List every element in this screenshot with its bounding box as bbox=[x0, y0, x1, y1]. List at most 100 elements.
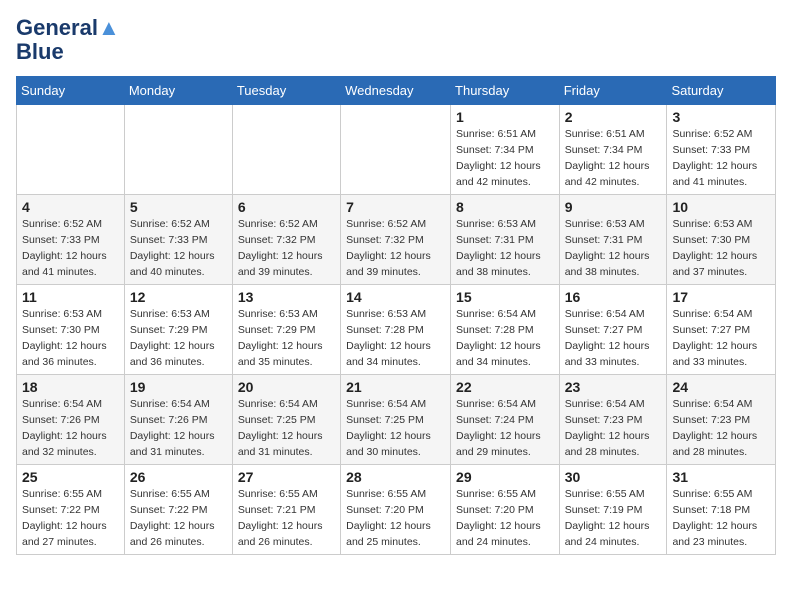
day-sunrise: Sunrise: 6:54 AM bbox=[565, 308, 645, 320]
day-number: 18 bbox=[22, 379, 119, 395]
calendar-week-row: 4 Sunrise: 6:52 AM Sunset: 7:33 PM Dayli… bbox=[17, 195, 776, 285]
day-number: 2 bbox=[565, 109, 662, 125]
day-sunset: Sunset: 7:22 PM bbox=[22, 504, 100, 516]
day-number: 4 bbox=[22, 199, 119, 215]
calendar-cell: 19 Sunrise: 6:54 AM Sunset: 7:26 PM Dayl… bbox=[124, 375, 232, 465]
day-number: 21 bbox=[346, 379, 445, 395]
day-number: 7 bbox=[346, 199, 445, 215]
day-daylight: Daylight: 12 hours and 25 minutes. bbox=[346, 520, 431, 548]
day-daylight: Daylight: 12 hours and 42 minutes. bbox=[456, 160, 541, 188]
day-daylight: Daylight: 12 hours and 39 minutes. bbox=[238, 250, 323, 278]
day-daylight: Daylight: 12 hours and 33 minutes. bbox=[565, 340, 650, 368]
calendar-cell: 22 Sunrise: 6:54 AM Sunset: 7:24 PM Dayl… bbox=[451, 375, 560, 465]
day-sunrise: Sunrise: 6:54 AM bbox=[130, 398, 210, 410]
day-number: 15 bbox=[456, 289, 554, 305]
calendar-cell bbox=[232, 105, 340, 195]
calendar-cell: 5 Sunrise: 6:52 AM Sunset: 7:33 PM Dayli… bbox=[124, 195, 232, 285]
day-sunset: Sunset: 7:26 PM bbox=[22, 414, 100, 426]
calendar-cell: 18 Sunrise: 6:54 AM Sunset: 7:26 PM Dayl… bbox=[17, 375, 125, 465]
day-sunrise: Sunrise: 6:54 AM bbox=[456, 398, 536, 410]
weekday-header-sunday: Sunday bbox=[17, 77, 125, 105]
day-number: 13 bbox=[238, 289, 335, 305]
day-daylight: Daylight: 12 hours and 23 minutes. bbox=[672, 520, 757, 548]
day-number: 16 bbox=[565, 289, 662, 305]
day-sunset: Sunset: 7:22 PM bbox=[130, 504, 208, 516]
day-sunrise: Sunrise: 6:53 AM bbox=[456, 218, 536, 230]
day-daylight: Daylight: 12 hours and 37 minutes. bbox=[672, 250, 757, 278]
calendar-cell: 9 Sunrise: 6:53 AM Sunset: 7:31 PM Dayli… bbox=[559, 195, 667, 285]
day-number: 27 bbox=[238, 469, 335, 485]
day-number: 8 bbox=[456, 199, 554, 215]
page-header: General▲Blue bbox=[16, 16, 776, 64]
day-number: 22 bbox=[456, 379, 554, 395]
day-sunset: Sunset: 7:26 PM bbox=[130, 414, 208, 426]
day-sunset: Sunset: 7:30 PM bbox=[22, 324, 100, 336]
day-sunset: Sunset: 7:18 PM bbox=[672, 504, 750, 516]
day-number: 26 bbox=[130, 469, 227, 485]
day-daylight: Daylight: 12 hours and 29 minutes. bbox=[456, 430, 541, 458]
day-number: 11 bbox=[22, 289, 119, 305]
calendar-cell bbox=[341, 105, 451, 195]
calendar-cell: 17 Sunrise: 6:54 AM Sunset: 7:27 PM Dayl… bbox=[667, 285, 776, 375]
day-daylight: Daylight: 12 hours and 38 minutes. bbox=[565, 250, 650, 278]
day-sunset: Sunset: 7:20 PM bbox=[346, 504, 424, 516]
day-sunset: Sunset: 7:33 PM bbox=[672, 144, 750, 156]
day-number: 30 bbox=[565, 469, 662, 485]
day-sunset: Sunset: 7:28 PM bbox=[456, 324, 534, 336]
day-sunset: Sunset: 7:31 PM bbox=[456, 234, 534, 246]
day-sunrise: Sunrise: 6:54 AM bbox=[238, 398, 318, 410]
day-daylight: Daylight: 12 hours and 30 minutes. bbox=[346, 430, 431, 458]
day-sunrise: Sunrise: 6:54 AM bbox=[672, 398, 752, 410]
day-sunrise: Sunrise: 6:55 AM bbox=[22, 488, 102, 500]
day-sunset: Sunset: 7:31 PM bbox=[565, 234, 643, 246]
calendar-week-row: 18 Sunrise: 6:54 AM Sunset: 7:26 PM Dayl… bbox=[17, 375, 776, 465]
day-number: 6 bbox=[238, 199, 335, 215]
calendar-cell: 7 Sunrise: 6:52 AM Sunset: 7:32 PM Dayli… bbox=[341, 195, 451, 285]
day-sunset: Sunset: 7:32 PM bbox=[238, 234, 316, 246]
calendar-cell: 15 Sunrise: 6:54 AM Sunset: 7:28 PM Dayl… bbox=[451, 285, 560, 375]
day-sunrise: Sunrise: 6:53 AM bbox=[565, 218, 645, 230]
day-sunrise: Sunrise: 6:53 AM bbox=[672, 218, 752, 230]
day-sunrise: Sunrise: 6:52 AM bbox=[22, 218, 102, 230]
day-sunrise: Sunrise: 6:54 AM bbox=[22, 398, 102, 410]
day-number: 24 bbox=[672, 379, 770, 395]
weekday-header-wednesday: Wednesday bbox=[341, 77, 451, 105]
weekday-header-saturday: Saturday bbox=[667, 77, 776, 105]
day-sunset: Sunset: 7:25 PM bbox=[346, 414, 424, 426]
calendar-cell: 28 Sunrise: 6:55 AM Sunset: 7:20 PM Dayl… bbox=[341, 465, 451, 555]
day-daylight: Daylight: 12 hours and 35 minutes. bbox=[238, 340, 323, 368]
calendar-cell: 16 Sunrise: 6:54 AM Sunset: 7:27 PM Dayl… bbox=[559, 285, 667, 375]
day-sunset: Sunset: 7:19 PM bbox=[565, 504, 643, 516]
calendar-week-row: 11 Sunrise: 6:53 AM Sunset: 7:30 PM Dayl… bbox=[17, 285, 776, 375]
day-number: 23 bbox=[565, 379, 662, 395]
day-sunrise: Sunrise: 6:52 AM bbox=[238, 218, 318, 230]
calendar-cell: 3 Sunrise: 6:52 AM Sunset: 7:33 PM Dayli… bbox=[667, 105, 776, 195]
weekday-header-thursday: Thursday bbox=[451, 77, 560, 105]
day-sunset: Sunset: 7:24 PM bbox=[456, 414, 534, 426]
calendar-cell: 27 Sunrise: 6:55 AM Sunset: 7:21 PM Dayl… bbox=[232, 465, 340, 555]
calendar-cell: 25 Sunrise: 6:55 AM Sunset: 7:22 PM Dayl… bbox=[17, 465, 125, 555]
calendar-week-row: 25 Sunrise: 6:55 AM Sunset: 7:22 PM Dayl… bbox=[17, 465, 776, 555]
calendar-cell: 2 Sunrise: 6:51 AM Sunset: 7:34 PM Dayli… bbox=[559, 105, 667, 195]
day-daylight: Daylight: 12 hours and 38 minutes. bbox=[456, 250, 541, 278]
day-daylight: Daylight: 12 hours and 32 minutes. bbox=[22, 430, 107, 458]
calendar-cell: 6 Sunrise: 6:52 AM Sunset: 7:32 PM Dayli… bbox=[232, 195, 340, 285]
calendar-cell: 4 Sunrise: 6:52 AM Sunset: 7:33 PM Dayli… bbox=[17, 195, 125, 285]
day-number: 20 bbox=[238, 379, 335, 395]
weekday-header-monday: Monday bbox=[124, 77, 232, 105]
day-number: 19 bbox=[130, 379, 227, 395]
day-sunrise: Sunrise: 6:55 AM bbox=[565, 488, 645, 500]
calendar-cell: 21 Sunrise: 6:54 AM Sunset: 7:25 PM Dayl… bbox=[341, 375, 451, 465]
day-sunrise: Sunrise: 6:52 AM bbox=[672, 128, 752, 140]
calendar-cell: 10 Sunrise: 6:53 AM Sunset: 7:30 PM Dayl… bbox=[667, 195, 776, 285]
calendar-cell: 11 Sunrise: 6:53 AM Sunset: 7:30 PM Dayl… bbox=[17, 285, 125, 375]
calendar-cell: 23 Sunrise: 6:54 AM Sunset: 7:23 PM Dayl… bbox=[559, 375, 667, 465]
logo: General▲Blue bbox=[16, 16, 120, 64]
day-sunrise: Sunrise: 6:55 AM bbox=[346, 488, 426, 500]
calendar-cell: 20 Sunrise: 6:54 AM Sunset: 7:25 PM Dayl… bbox=[232, 375, 340, 465]
day-daylight: Daylight: 12 hours and 27 minutes. bbox=[22, 520, 107, 548]
day-daylight: Daylight: 12 hours and 34 minutes. bbox=[346, 340, 431, 368]
day-sunset: Sunset: 7:29 PM bbox=[238, 324, 316, 336]
calendar-cell: 12 Sunrise: 6:53 AM Sunset: 7:29 PM Dayl… bbox=[124, 285, 232, 375]
day-sunset: Sunset: 7:23 PM bbox=[672, 414, 750, 426]
